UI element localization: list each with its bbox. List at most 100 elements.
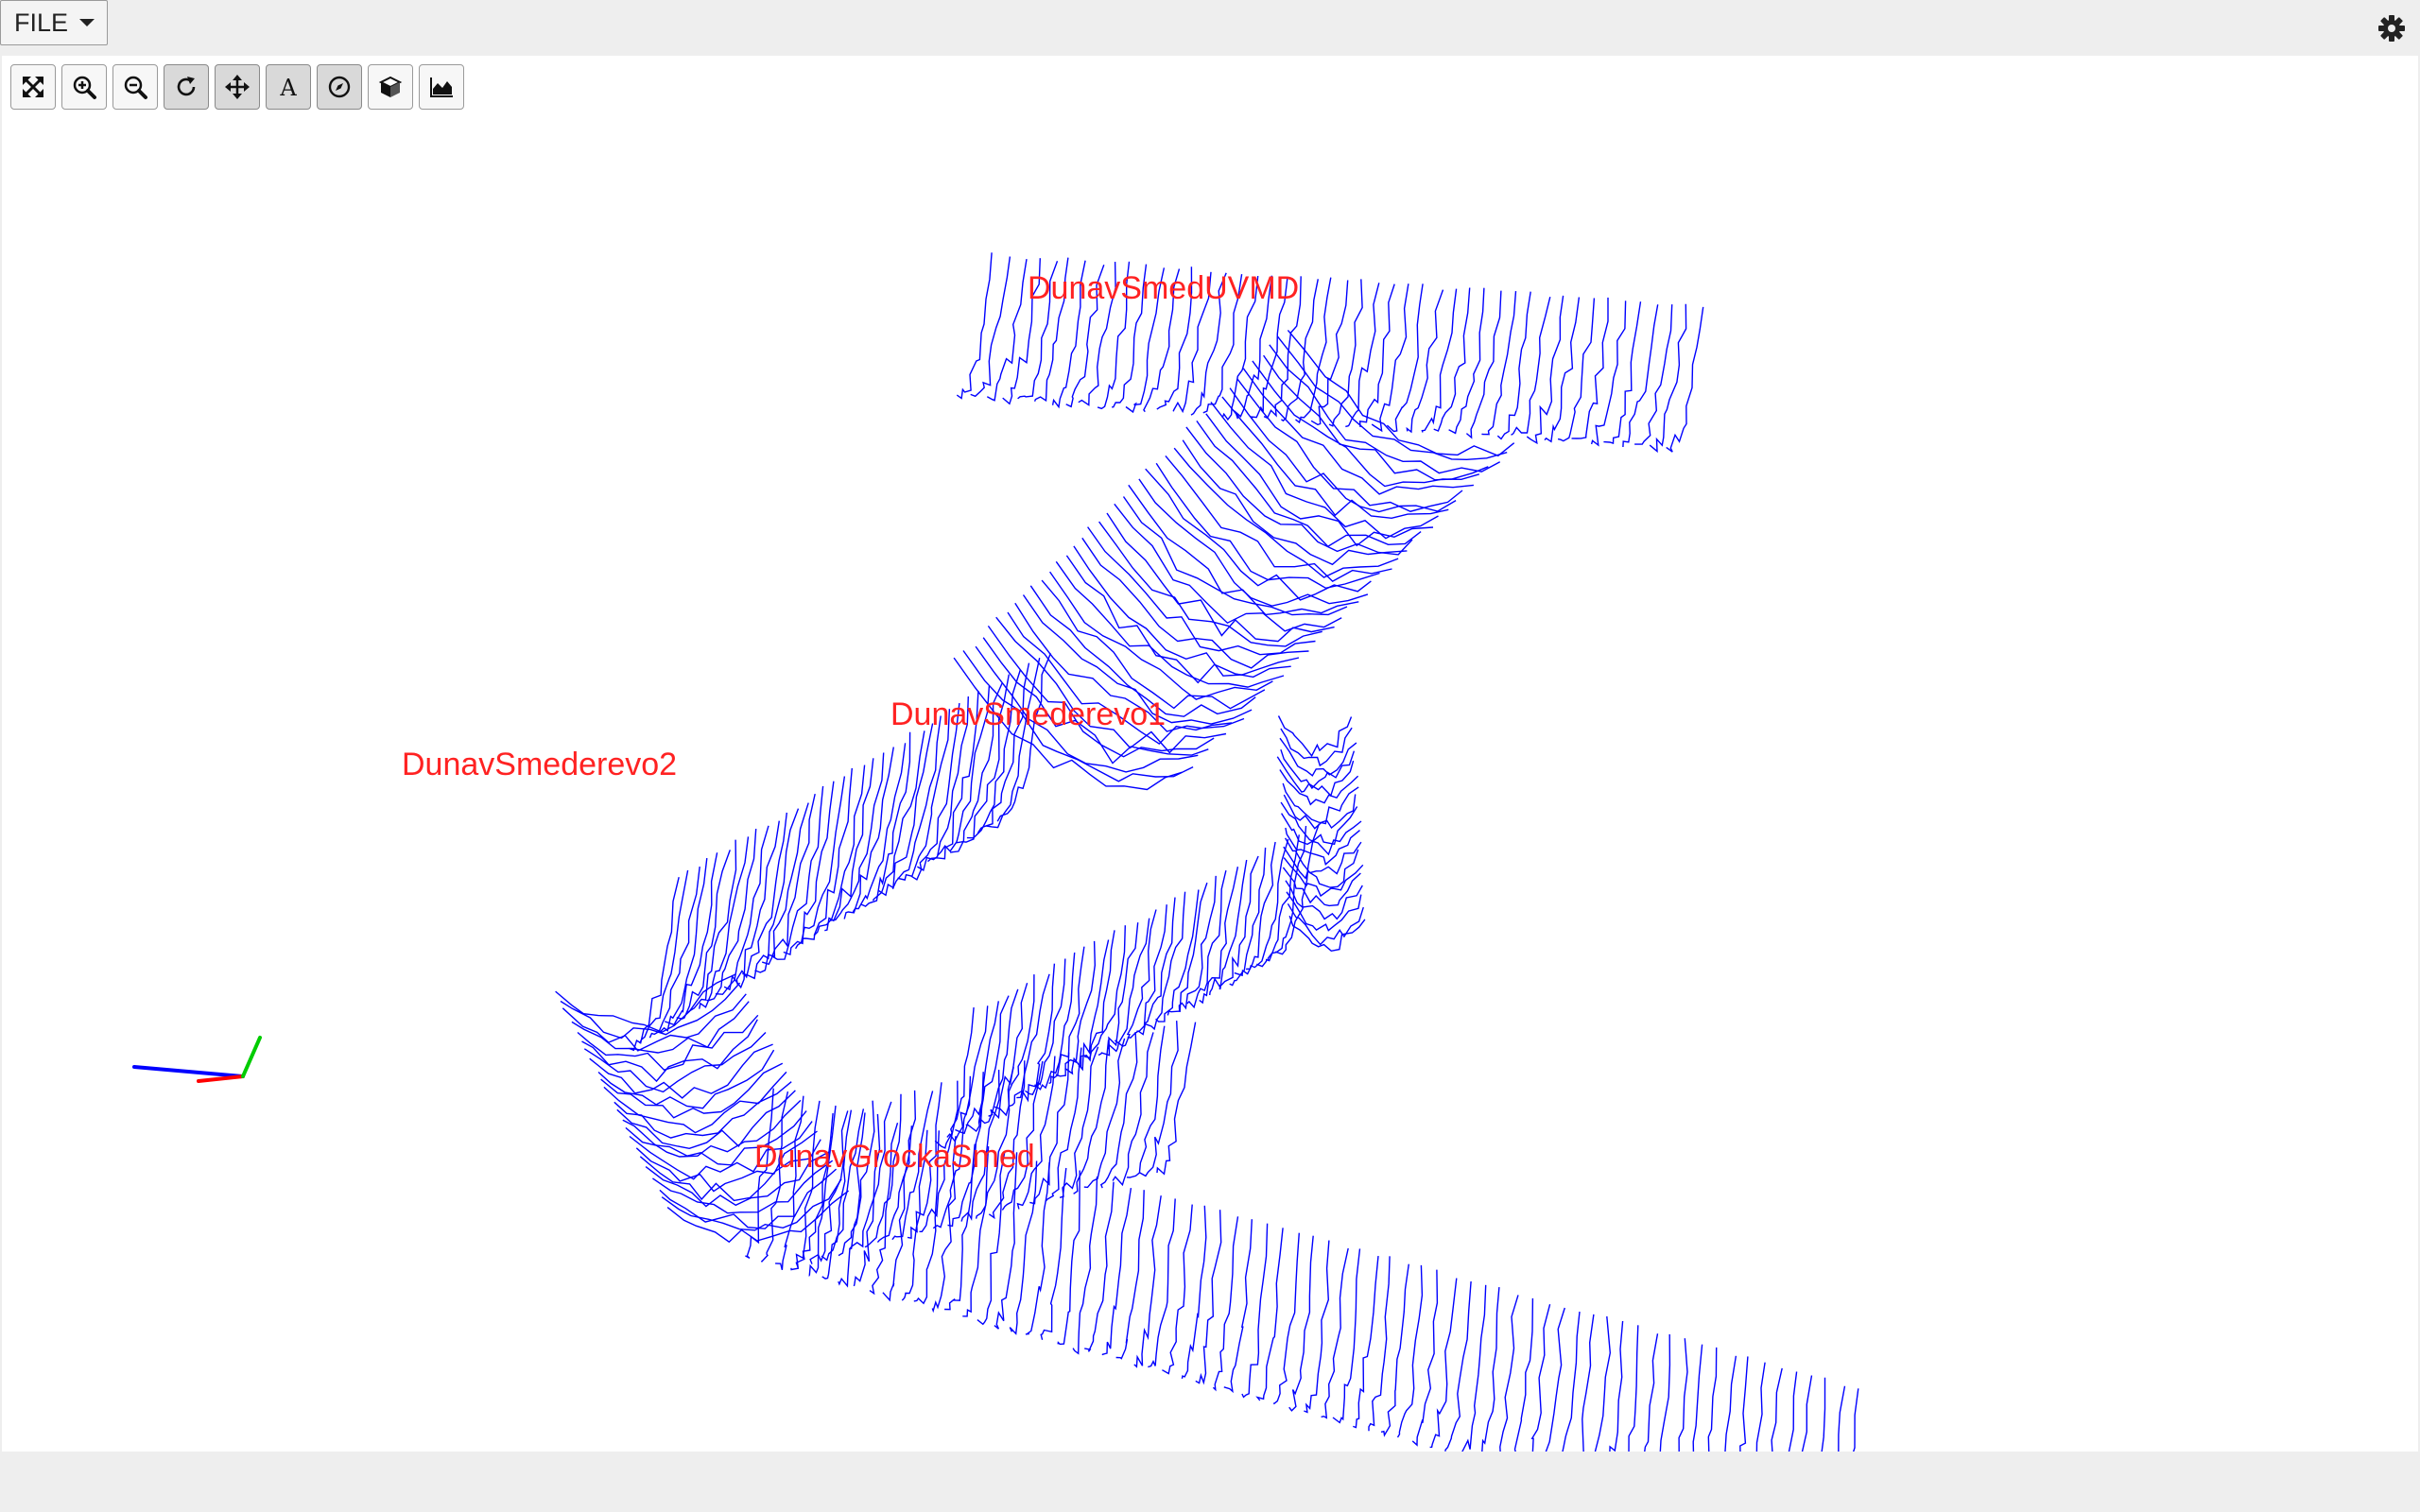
zoom-out-icon [124,76,147,99]
mesh-cross-section [1101,1187,1132,1356]
mesh-cross-section [1644,1333,1659,1452]
gear-icon[interactable] [2377,13,2407,43]
mesh-cross-section [1411,1269,1439,1447]
mesh-cross-section [1115,1190,1145,1360]
file-menu-label: FILE [14,8,69,37]
mesh-cross-section [1429,1278,1458,1449]
compass-button[interactable] [317,64,362,110]
mesh-cross-section [1223,1219,1253,1394]
expand-arrows-icon [23,77,43,97]
labels-toggle-button[interactable]: A [266,64,311,110]
mesh-cross-section [1433,287,1471,432]
mesh-cross-section [1277,715,1353,758]
mesh-cross-section [1513,1297,1534,1452]
mesh-cross-section [1634,304,1673,445]
mesh-cross-section [1138,1021,1179,1177]
mesh-cross-section [1055,560,1285,688]
rotate-button[interactable] [164,64,209,110]
mesh-cross-section [1444,1280,1472,1452]
mesh-cross-section [1678,1338,1688,1452]
mesh-cross-section [1272,1232,1300,1405]
3d-viewport[interactable]: A DunavSmedUVMD DunavSmederevo1 DunavSme… [2,56,2418,1452]
mesh-cross-section [1609,1320,1624,1452]
mesh-cross-section [1332,1248,1361,1424]
mesh-cross-section [1156,1022,1197,1176]
3d-scene[interactable]: DunavSmedUVMD DunavSmederevo1 DunavSmede… [2,56,2418,1452]
mesh-cross-section [1739,1356,1749,1452]
compass-icon [328,76,351,98]
y-axis [241,1036,262,1078]
mesh-cross-section [1288,1235,1314,1412]
mesh-cross-section [1205,413,1434,547]
mesh-cross-section [1126,1025,1166,1178]
axes-gizmo [132,1036,262,1083]
mesh-cross-section [1724,1355,1737,1452]
svg-text:A: A [279,75,297,100]
mesh-cross-section [1838,1385,1846,1452]
mesh-cross-section [1212,1216,1239,1392]
mesh-cross-section [1755,1362,1766,1452]
mesh-cross-section [977,1151,1006,1326]
cube-icon [378,76,403,97]
mesh-cross-section [1530,1304,1551,1452]
mesh-cross-section [1073,1040,1110,1194]
mesh-cross-section [1649,303,1687,454]
mesh-cross-section [1622,304,1659,448]
mesh-cross-section [1041,579,1266,710]
mesh-cross-section [1368,1256,1391,1432]
mesh-cross-section [1072,1176,1098,1355]
zoom-in-button[interactable] [61,64,107,110]
cube-view-button[interactable] [368,64,413,110]
mesh-cross-section [1025,958,1066,1095]
rotate-icon [177,77,196,96]
mesh-cross-section [1112,1032,1154,1187]
mesh-cross-section [934,1007,975,1149]
mesh-cross-section [1571,297,1609,439]
mesh-cross-section [1136,897,1176,1036]
mesh-cross-section [1133,1195,1162,1368]
mesh-cross-section [809,1110,849,1264]
zoom-out-button[interactable] [112,64,158,110]
mesh-cross-section [824,758,874,932]
mesh-cross-section [1406,289,1444,434]
terrain-button[interactable] [419,64,464,110]
river-bed-wireframe [555,252,1859,1452]
zoom-in-icon [73,76,96,99]
river-label: DunavGrockaSmed [754,1139,1035,1175]
mesh-cross-section [1285,880,1363,920]
mesh-cross-section [1788,1371,1798,1452]
mesh-cross-section [1499,1295,1519,1452]
mesh-cross-section [1098,521,1322,647]
mesh-cross-section [1148,1198,1176,1368]
mesh-cross-section [1255,1228,1284,1401]
x-axis [197,1074,245,1083]
mesh-cross-section [1055,940,1097,1077]
fit-view-button[interactable] [10,64,56,110]
mesh-cross-section [1562,1311,1581,1452]
pan-button[interactable] [215,64,260,110]
mesh-cross-section [987,625,1215,758]
mesh-cross-section [1396,1264,1424,1438]
mesh-cross-section [723,820,780,991]
mesh-cross-section [1659,1333,1671,1452]
z-axis [132,1065,245,1078]
mesh-cross-section [1603,301,1642,445]
mesh-cross-section [830,752,885,921]
mesh-cross-section [1098,922,1139,1057]
move-arrows-icon [225,75,250,99]
river-label: DunavSmederevo2 [402,747,677,782]
area-chart-icon [430,77,453,97]
view-toolbar: A [10,64,464,110]
mesh-cross-section [1128,484,1359,616]
file-menu-button[interactable]: FILE [0,0,108,45]
mesh-cross-section [676,850,731,1020]
mesh-cross-section [994,1152,1018,1330]
mesh-cross-section [562,993,747,1052]
mesh-cross-section [1162,1204,1193,1375]
mesh-cross-section [995,616,1227,754]
mesh-cross-section [754,802,809,973]
river-label: DunavSmedUVMD [1028,270,1299,306]
mesh-cross-section [1181,1205,1207,1380]
mesh-cross-section [1040,1167,1067,1340]
mesh-cross-section [1852,1388,1859,1452]
